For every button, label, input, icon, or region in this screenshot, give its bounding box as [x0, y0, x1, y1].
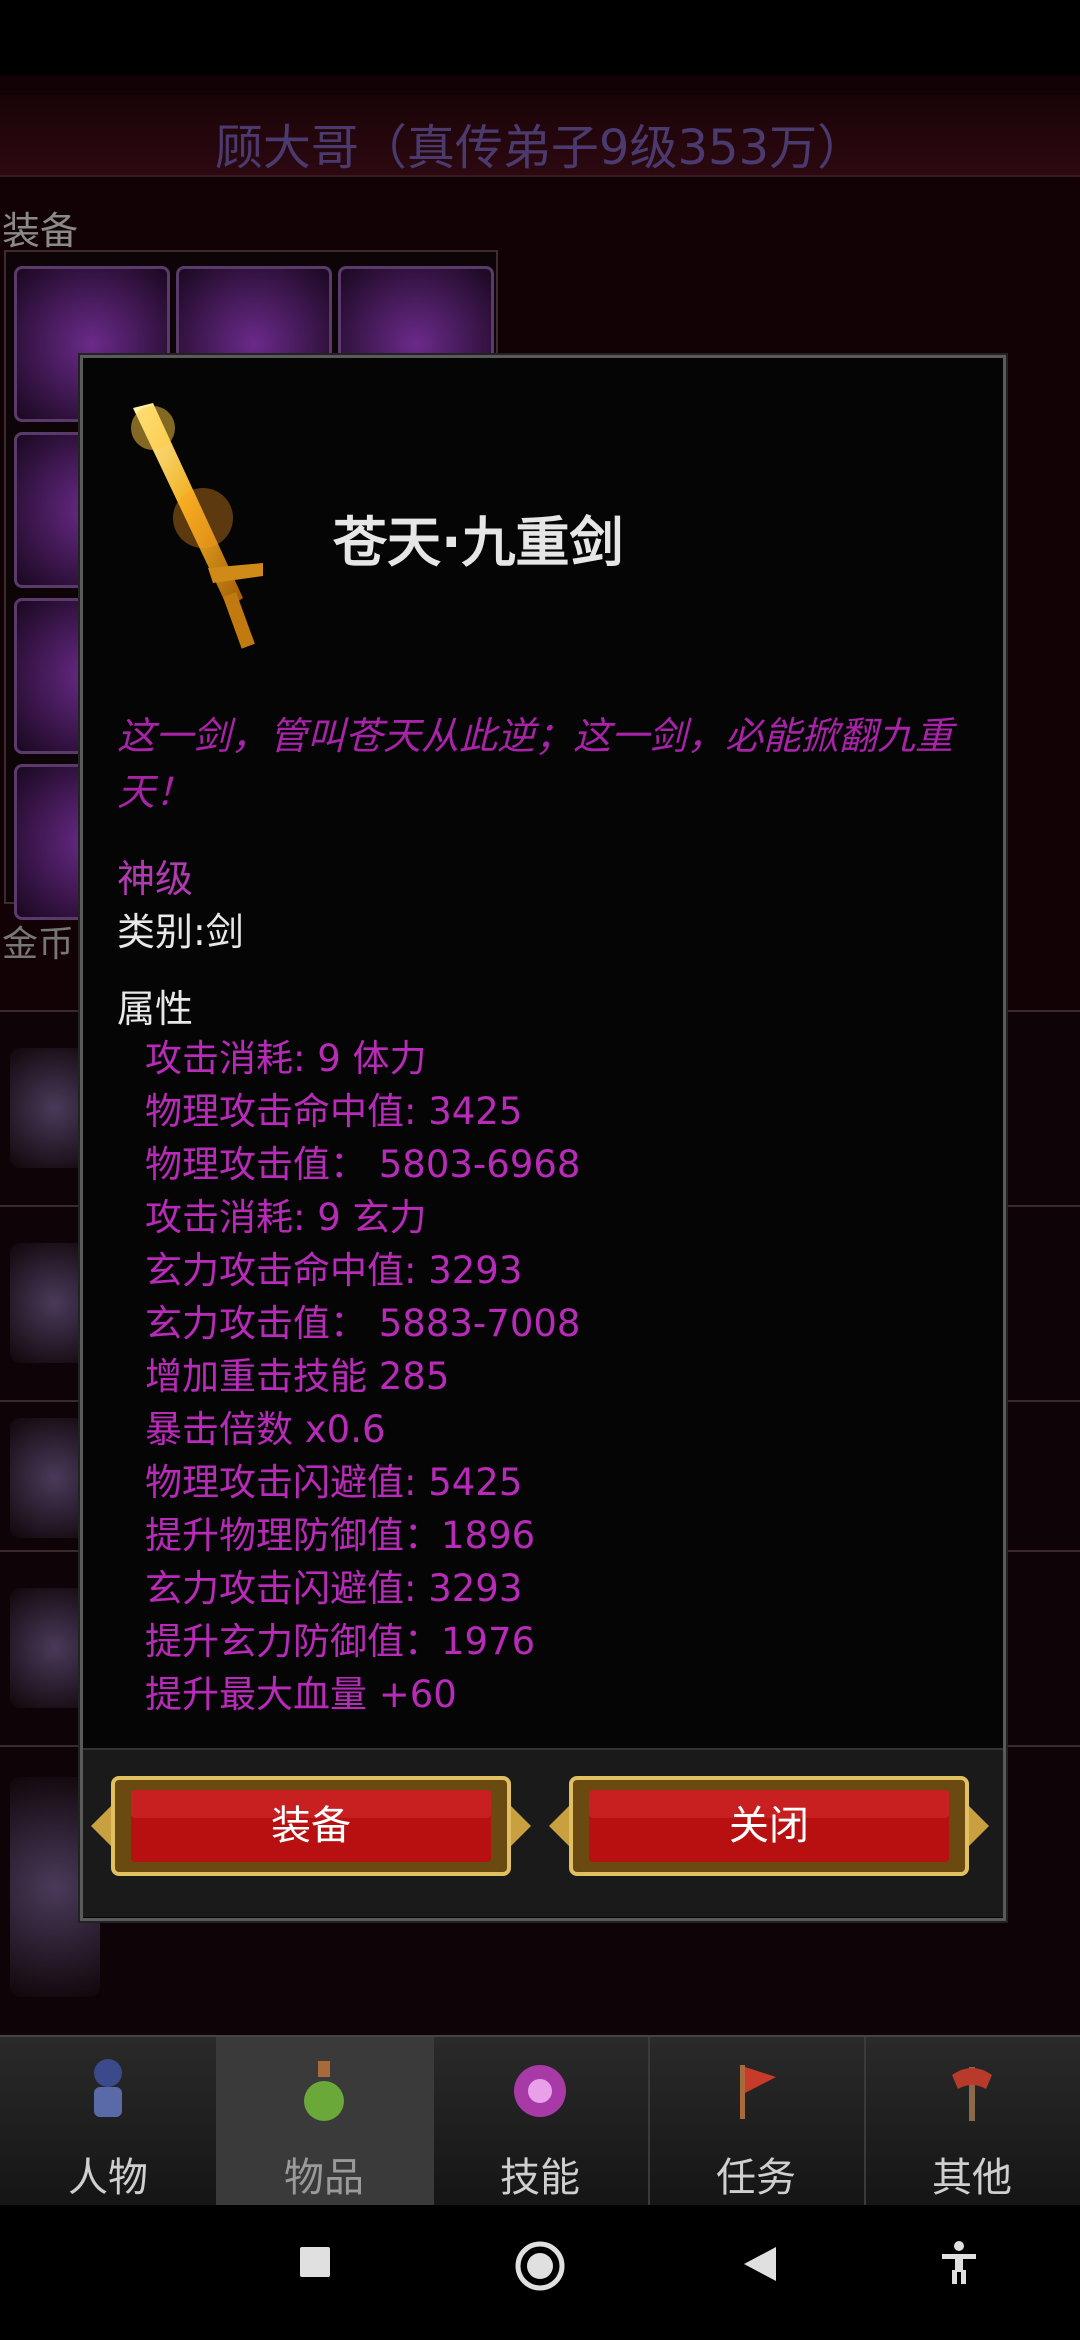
attribute-line: 增加重击技能 285: [145, 1355, 450, 1398]
tab-other[interactable]: 其他: [864, 2037, 1080, 2205]
character-icon: [94, 2059, 122, 2117]
tab-label: 任务: [716, 2155, 796, 2201]
attribute-line: 攻击消耗: 9 玄力: [145, 1196, 427, 1239]
tab-label: 物品: [284, 2155, 364, 2201]
tab-label: 其他: [932, 2155, 1012, 2201]
bottom-tab-bar: 人物 物品 技能 任务 其他: [0, 2035, 1080, 2205]
close-button-label: 关闭: [729, 1803, 809, 1849]
character-title: 顾大哥（真传弟子9级353万）: [214, 120, 866, 176]
tab-items[interactable]: 物品: [216, 2037, 434, 2205]
item-detail-dialog: 苍天·九重剑 这一剑，管叫苍天从此逆；这一剑，必能掀翻九重天！ 神级 类别:剑 …: [80, 355, 1006, 1921]
sword-icon: [131, 403, 263, 649]
home-icon[interactable]: [514, 2240, 566, 2292]
attribute-line: 物理攻击命中值: 3425: [145, 1090, 523, 1133]
axe-icon: [952, 2067, 992, 2121]
accessibility-icon[interactable]: [940, 2241, 978, 2285]
attribute-line: 攻击消耗: 9 体力: [145, 1037, 427, 1080]
tab-character[interactable]: 人物: [0, 2037, 218, 2205]
equipment-label: 装备: [2, 209, 79, 253]
attribute-line: 提升物理防御值：1896: [145, 1514, 536, 1557]
skill-orb-icon: [514, 2065, 566, 2117]
equip-button[interactable]: 装备: [91, 1772, 531, 1880]
tab-label: 技能: [500, 2155, 580, 2201]
attribute-line: 玄力攻击值： 5883-7008: [145, 1302, 581, 1345]
attribute-line: 玄力攻击命中值: 3293: [145, 1249, 523, 1292]
status-bar: [0, 0, 1080, 75]
close-button[interactable]: 关闭: [549, 1772, 989, 1880]
item-grade: 神级: [117, 857, 194, 901]
equip-button-label: 装备: [271, 1803, 351, 1849]
attribute-line: 物理攻击闪避值: 5425: [145, 1461, 523, 1504]
tab-label: 人物: [68, 2155, 148, 2201]
item-description: 这一剑，管叫苍天从此逆；这一剑，必能掀翻九重天！: [117, 714, 954, 814]
dialog-footer: 装备 关闭: [83, 1748, 1003, 1917]
attribute-line: 玄力攻击闪避值: 3293: [145, 1567, 523, 1610]
potion-icon: [304, 2061, 344, 2121]
item-category: 类别:剑: [117, 910, 244, 954]
attribute-line: 提升最大血量 +60: [145, 1673, 457, 1716]
back-icon[interactable]: [742, 2245, 778, 2283]
tab-skills[interactable]: 技能: [432, 2037, 650, 2205]
gold-label: 金币: [2, 924, 75, 965]
attribute-line: 提升玄力防御值：1976: [145, 1620, 536, 1663]
item-name: 苍天·九重剑: [333, 511, 624, 574]
attribute-line: 暴击倍数 x0.6: [145, 1408, 386, 1451]
flag-icon: [740, 2065, 776, 2119]
attributes-title: 属性: [117, 987, 194, 1031]
tab-quests[interactable]: 任务: [648, 2037, 866, 2205]
attributes-list: 攻击消耗: 9 体力 物理攻击命中值: 3425 物理攻击值： 5803-696…: [145, 1032, 580, 1721]
system-nav-bar: [0, 2205, 1080, 2340]
recents-icon[interactable]: [298, 2245, 332, 2279]
attribute-line: 物理攻击值： 5803-6968: [145, 1143, 581, 1186]
